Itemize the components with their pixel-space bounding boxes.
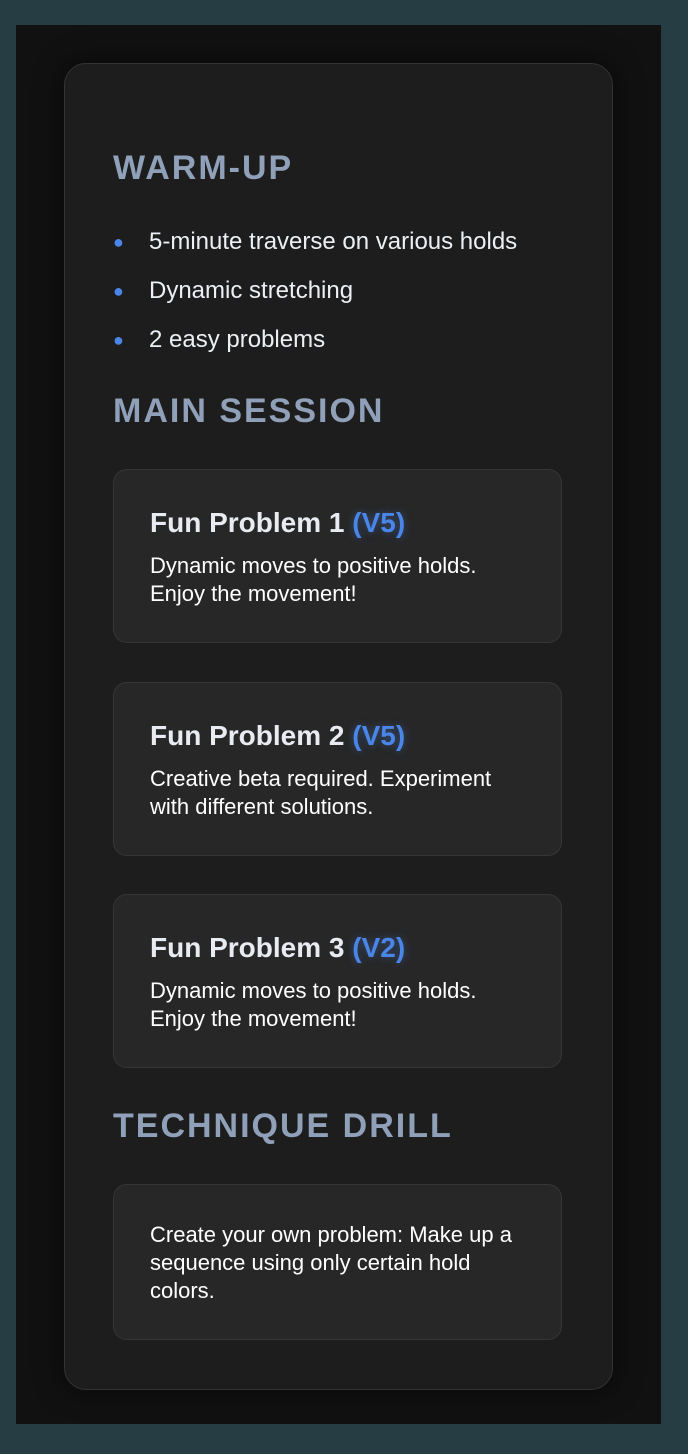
problem-card: Fun Problem 3 (V2) Dynamic moves to posi… [113, 894, 562, 1068]
warmup-heading: WARM-UP [113, 149, 294, 187]
warmup-list: ● 5-minute traverse on various holds ● D… [113, 222, 573, 369]
warmup-item-label: Dynamic stretching [149, 277, 354, 304]
list-item: ● 2 easy problems [113, 320, 573, 369]
warmup-item-label: 2 easy problems [149, 326, 326, 353]
problem-grade: (V2) [352, 932, 406, 963]
problem-name: Fun Problem 2 [150, 720, 345, 751]
bullet-icon: ● [113, 232, 124, 252]
problem-title: Fun Problem 3 (V2) [150, 931, 525, 965]
technique-drill-card: Create your own problem: Make up a seque… [113, 1184, 562, 1340]
list-item: ● Dynamic stretching [113, 271, 573, 320]
problem-title: Fun Problem 1 (V5) [150, 506, 525, 540]
technique-drill-description: Create your own problem: Make up a seque… [150, 1222, 512, 1303]
problem-description: Dynamic moves to positive holds. Enjoy t… [150, 553, 477, 606]
problem-grade: (V5) [352, 507, 406, 538]
problem-title: Fun Problem 2 (V5) [150, 719, 525, 753]
problem-name: Fun Problem 3 [150, 932, 345, 963]
bullet-icon: ● [113, 330, 124, 350]
problem-description: Creative beta required. Experiment with … [150, 766, 492, 819]
warmup-item-label: 5-minute traverse on various holds [149, 228, 518, 255]
bullet-icon: ● [113, 281, 124, 301]
problem-grade: (V5) [352, 720, 406, 751]
list-item: ● 5-minute traverse on various holds [113, 222, 573, 271]
problem-card: Fun Problem 2 (V5) Creative beta require… [113, 682, 562, 856]
problem-card: Fun Problem 1 (V5) Dynamic moves to posi… [113, 469, 562, 643]
problem-description: Dynamic moves to positive holds. Enjoy t… [150, 978, 477, 1031]
main-session-heading: MAIN SESSION [113, 392, 385, 430]
page-frame: WARM-UP ● 5-minute traverse on various h… [16, 25, 661, 1424]
technique-drill-heading: TECHNIQUE DRILL [113, 1107, 453, 1145]
problem-name: Fun Problem 1 [150, 507, 345, 538]
session-card: WARM-UP ● 5-minute traverse on various h… [64, 63, 613, 1390]
